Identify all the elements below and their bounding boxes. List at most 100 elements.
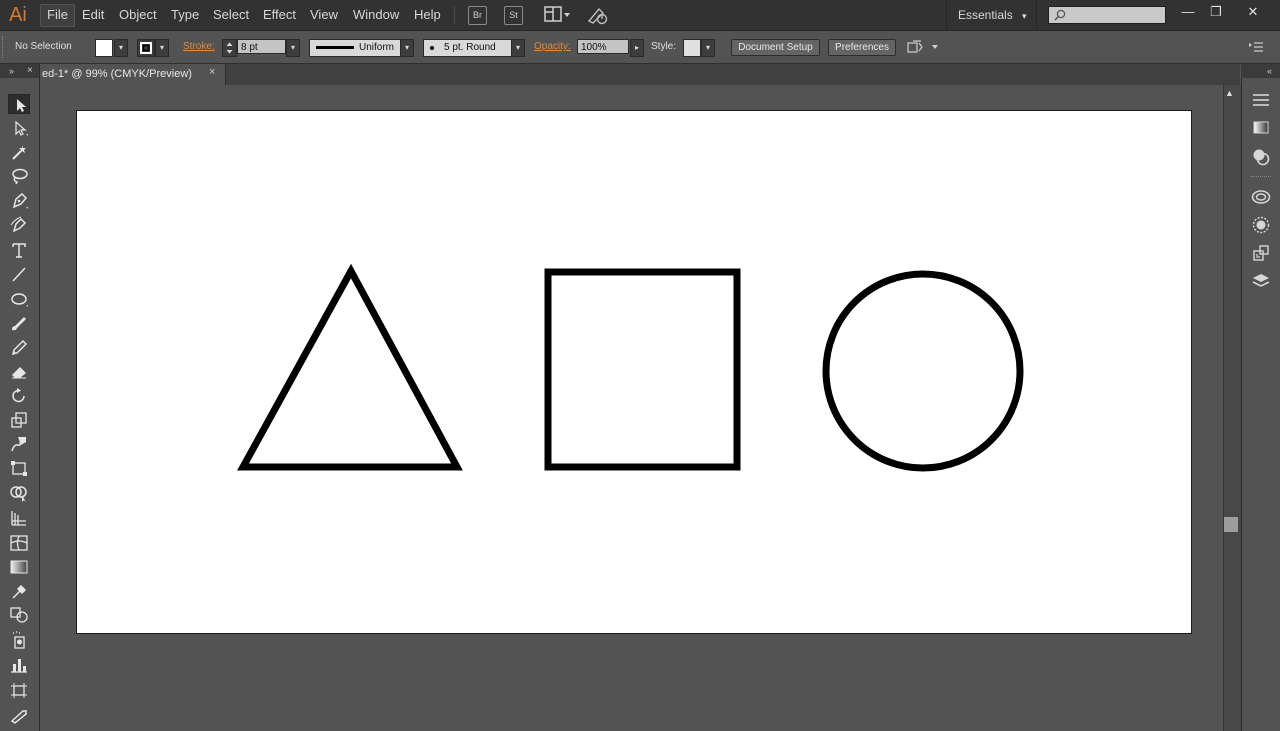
pen-tool-icon[interactable] bbox=[8, 191, 30, 211]
gradient-tool-icon[interactable] bbox=[8, 557, 30, 577]
chevron-down-icon: ▾ bbox=[1022, 11, 1027, 21]
scroll-up-arrow-icon[interactable]: ▲ bbox=[1225, 88, 1234, 98]
variable-width-profile[interactable]: Uniform bbox=[309, 39, 403, 57]
menu-divider bbox=[946, 0, 947, 30]
vertical-scrollbar[interactable] bbox=[1223, 85, 1241, 731]
search-icon bbox=[1054, 9, 1066, 21]
dock-header[interactable]: « bbox=[1241, 64, 1280, 78]
paintbrush-tool-icon[interactable] bbox=[8, 313, 30, 333]
eraser-tool-icon[interactable] bbox=[8, 361, 30, 381]
warp-tool-icon[interactable] bbox=[8, 434, 30, 454]
line-segment-tool-icon[interactable] bbox=[8, 264, 30, 284]
direct-selection-tool-icon[interactable] bbox=[8, 118, 30, 138]
lasso-tool-icon[interactable] bbox=[8, 166, 30, 186]
menu-window[interactable]: Window bbox=[347, 4, 405, 25]
brush-dropdown[interactable]: ▾ bbox=[511, 39, 525, 57]
restore-button[interactable]: ❐ bbox=[1203, 3, 1229, 21]
close-window-button[interactable]: ✕ bbox=[1240, 3, 1266, 21]
opacity-field[interactable]: 100% bbox=[577, 39, 629, 54]
document-tab-label: ed-1* @ 99% (CMYK/Preview) bbox=[42, 68, 192, 80]
ellipse-tool-icon[interactable] bbox=[8, 289, 30, 309]
stock-button[interactable]: St bbox=[504, 6, 523, 25]
opacity-label[interactable]: Opacity: bbox=[534, 40, 571, 54]
menu-effect[interactable]: Effect bbox=[257, 4, 302, 25]
slice-tool-icon[interactable] bbox=[8, 705, 30, 725]
stroke-weight-field[interactable]: 8 pt bbox=[237, 39, 286, 54]
layers-icon[interactable] bbox=[1250, 270, 1272, 292]
stroke-swatch[interactable] bbox=[137, 39, 155, 57]
menu-select[interactable]: Select bbox=[207, 4, 255, 25]
circle-shape[interactable] bbox=[822, 270, 1024, 472]
export-icon[interactable] bbox=[1250, 242, 1272, 264]
search-input[interactable] bbox=[1048, 6, 1166, 24]
eyedropper-tool-icon[interactable] bbox=[8, 581, 30, 601]
minimize-button[interactable]: — bbox=[1175, 3, 1201, 21]
rotate-tool-icon[interactable] bbox=[8, 386, 30, 406]
square-shape[interactable] bbox=[544, 268, 741, 471]
blend-tool-icon[interactable] bbox=[8, 605, 30, 625]
arrange-documents-icon[interactable] bbox=[544, 6, 572, 23]
selection-tool-icon[interactable] bbox=[8, 94, 30, 114]
brush-definition[interactable]: 5 pt. Round bbox=[423, 39, 513, 57]
mesh-tool-icon[interactable] bbox=[8, 533, 30, 553]
tools-panel-header[interactable]: » × bbox=[0, 64, 39, 78]
appearance-icon[interactable] bbox=[1250, 146, 1272, 168]
close-panel-icon[interactable]: × bbox=[27, 64, 33, 78]
gradient-icon[interactable] bbox=[1250, 117, 1272, 139]
collapse-dock-icon[interactable]: « bbox=[1267, 64, 1272, 78]
app-logo: Ai bbox=[9, 4, 27, 26]
magic-wand-tool-icon[interactable] bbox=[8, 142, 30, 162]
arrange-icon[interactable] bbox=[906, 40, 940, 56]
profile-dropdown[interactable]: ▾ bbox=[400, 39, 414, 57]
selection-status: No Selection bbox=[15, 41, 72, 52]
menu-object[interactable]: Object bbox=[113, 4, 163, 25]
profile-label: Uniform bbox=[359, 42, 395, 53]
preferences-button[interactable]: Preferences bbox=[828, 39, 896, 56]
symbol-sprayer-tool-icon[interactable] bbox=[8, 630, 30, 650]
type-tool-icon[interactable] bbox=[8, 240, 30, 260]
triangle-shape[interactable] bbox=[237, 263, 463, 471]
panel-menu-icon[interactable] bbox=[1248, 40, 1264, 54]
grip-icon[interactable] bbox=[2, 36, 7, 58]
bridge-button[interactable]: Br bbox=[468, 6, 487, 25]
artboard-tool-icon[interactable] bbox=[8, 680, 30, 700]
style-label: Style: bbox=[651, 41, 677, 52]
color-guide-icon[interactable] bbox=[1250, 214, 1272, 236]
close-tab-icon[interactable]: × bbox=[209, 66, 215, 78]
fill-dropdown[interactable]: ▾ bbox=[114, 39, 128, 57]
workspace-switcher[interactable]: Essentials ▾ bbox=[958, 6, 1027, 24]
brush-dot-icon bbox=[430, 46, 434, 50]
fill-swatch[interactable] bbox=[95, 39, 113, 57]
scale-tool-icon[interactable] bbox=[8, 410, 30, 430]
libraries-icon[interactable] bbox=[1250, 186, 1272, 208]
menu-help[interactable]: Help bbox=[408, 4, 447, 25]
style-swatch[interactable] bbox=[683, 39, 701, 57]
perspective-grid-tool-icon[interactable] bbox=[8, 508, 30, 528]
menu-file[interactable]: File bbox=[40, 4, 75, 27]
brush-label: 5 pt. Round bbox=[444, 42, 496, 53]
shape-builder-tool-icon[interactable] bbox=[8, 483, 30, 503]
dock-separator bbox=[1251, 176, 1271, 179]
style-dropdown[interactable]: ▾ bbox=[701, 39, 715, 57]
stroke-weight-stepper[interactable] bbox=[222, 39, 237, 57]
collapse-panel-icon[interactable]: » bbox=[9, 64, 14, 78]
gpu-performance-icon[interactable] bbox=[587, 5, 609, 25]
document-setup-button[interactable]: Document Setup bbox=[731, 39, 820, 56]
menu-divider bbox=[1036, 0, 1037, 30]
profile-line-icon bbox=[316, 46, 354, 49]
curvature-tool-icon[interactable] bbox=[8, 215, 30, 235]
menu-view[interactable]: View bbox=[304, 4, 344, 25]
stroke-label[interactable]: Stroke: bbox=[183, 40, 215, 54]
scrollbar-thumb[interactable] bbox=[1224, 517, 1238, 532]
stroke-dropdown[interactable]: ▾ bbox=[155, 39, 169, 57]
opacity-arrow[interactable]: ▸ bbox=[630, 39, 644, 57]
menu-edit[interactable]: Edit bbox=[76, 4, 110, 25]
stroke-weight-dropdown[interactable]: ▾ bbox=[286, 39, 300, 57]
artboard-shapes bbox=[237, 263, 1024, 472]
free-transform-tool-icon[interactable] bbox=[8, 458, 30, 478]
workspace-label: Essentials bbox=[958, 8, 1013, 22]
pencil-tool-icon[interactable] bbox=[8, 337, 30, 357]
column-graph-tool-icon[interactable] bbox=[8, 655, 30, 675]
menu-type[interactable]: Type bbox=[165, 4, 205, 25]
properties-icon[interactable] bbox=[1250, 89, 1272, 111]
